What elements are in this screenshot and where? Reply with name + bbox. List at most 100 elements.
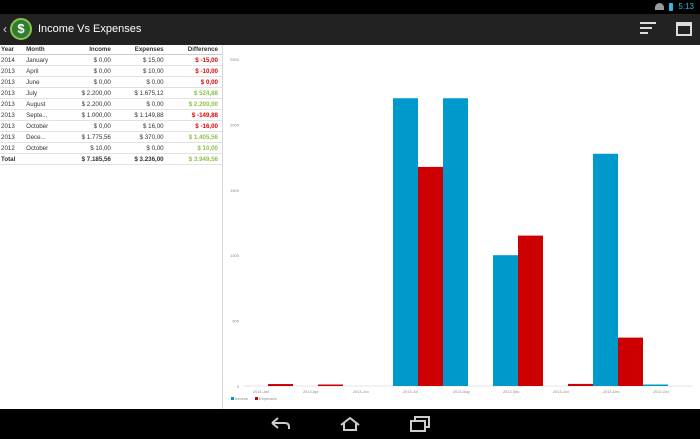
table-row[interactable]: 2013 April $ 0,00 $ 10,00 $ -10,00	[0, 65, 222, 77]
cell-difference: $ -149,88	[167, 109, 222, 121]
cell-expenses: $ 1.149,88	[114, 109, 168, 121]
y-tick-label: 0	[237, 384, 240, 389]
bar-income	[593, 153, 618, 386]
cell-expenses: $ 0,00	[114, 142, 168, 154]
cell-month: October	[25, 142, 63, 154]
cell-year: 2012	[0, 142, 26, 154]
cell-month: August	[25, 98, 63, 110]
column-header-year[interactable]: Year	[0, 45, 26, 55]
table-row[interactable]: 2014 January $ 0,00 $ 15,00 $ -15,00	[0, 54, 222, 66]
cell-year: 2013	[0, 65, 26, 77]
income-expenses-chart: 0 500 1000 1500 2000 2500 2014-Jan 2013-Apr 2013…	[223, 45, 700, 409]
table-row[interactable]: 2013 June $ 0,00 $ 0,00 $ 0,00	[0, 76, 222, 88]
back-chevron-icon[interactable]: ‹	[3, 22, 7, 36]
status-time: 5:13	[678, 2, 694, 11]
x-tick-label: 2014-Jan	[253, 390, 269, 394]
legend-swatch	[231, 397, 234, 400]
total-expenses: $ 3.236,00	[114, 153, 168, 165]
table-row[interactable]: 2012 October $ 10,00 $ 0,00 $ 10,00	[0, 142, 222, 154]
cell-year: 2013	[0, 131, 26, 143]
chart-svg: 0 500 1000 1500 2000 2500 2014-Jan 2013-Apr 2013…	[230, 57, 693, 401]
battery-icon	[669, 2, 674, 11]
cell-month: April	[25, 65, 63, 77]
cell-difference: $ 0,00	[167, 76, 222, 88]
cell-month: October	[25, 120, 63, 132]
cell-month: June	[25, 76, 63, 88]
x-tick-label: 2013-Apr	[303, 390, 319, 394]
y-tick-label: 2500	[230, 57, 240, 62]
cell-expenses: $ 1.675,12	[114, 87, 168, 99]
cell-month: Dece...	[25, 131, 63, 143]
legend-label: Income	[235, 396, 249, 401]
cell-month: Septe...	[25, 109, 63, 121]
cell-expenses: $ 15,00	[114, 54, 168, 66]
table-row[interactable]: 2013 August $ 2.200,00 $ 0,00 $ 2.200,00	[0, 98, 222, 110]
x-tick-label: 2013-Jun	[353, 390, 369, 394]
table-row[interactable]: 2013 Dece... $ 1.775,56 $ 370,00 $ 1.405,56	[0, 131, 222, 143]
y-tick-label: 1500	[230, 188, 240, 193]
x-tick-label: 2013-Dec	[603, 390, 620, 394]
table-row[interactable]: 2013 Septe... $ 1.000,00 $ 1.149,88 $ -149,8…	[0, 109, 222, 121]
cell-expenses: $ 0,00	[114, 76, 168, 88]
cell-difference: $ 10,00	[167, 142, 222, 154]
column-header-month[interactable]: Month	[25, 45, 63, 55]
sort-icon[interactable]	[640, 22, 656, 36]
wifi-icon	[655, 3, 665, 10]
cell-month: July	[25, 87, 63, 99]
cell-difference: $ -16,00	[167, 120, 222, 132]
cell-expenses: $ 370,00	[114, 131, 168, 143]
table-row[interactable]: 2013 July $ 2.200,00 $ 1.675,12 $ 524,88	[0, 87, 222, 99]
cell-year: 2013	[0, 87, 26, 99]
y-tick-label: 2000	[230, 122, 240, 127]
cell-difference: $ -15,00	[167, 54, 222, 66]
summary-table: Year Month Income Expenses Difference 20…	[0, 45, 222, 165]
home-nav-icon[interactable]	[338, 415, 362, 433]
total-income: $ 7.185,56	[62, 153, 115, 165]
cell-income: $ 0,00	[62, 54, 115, 66]
cell-expenses: $ 10,00	[114, 65, 168, 77]
bar-expenses	[568, 383, 593, 386]
cell-expenses: $ 16,00	[114, 120, 168, 132]
cell-difference: $ 2.200,00	[167, 98, 222, 110]
cell-year: 2013	[0, 76, 26, 88]
cell-income: $ 2.200,00	[62, 87, 115, 99]
x-tick-label: 2013-Oct	[553, 390, 570, 394]
legend-swatch	[255, 397, 258, 400]
bar-income	[443, 98, 468, 387]
cell-year: 2013	[0, 120, 26, 132]
total-label: Total	[0, 153, 26, 165]
cell-month: January	[25, 54, 63, 66]
x-tick-label: 2013-Aug	[453, 390, 469, 394]
bar-expenses	[268, 384, 293, 386]
table-row[interactable]: 2013 October $ 0,00 $ 16,00 $ -16,00	[0, 120, 222, 132]
cell-income: $ 0,00	[62, 65, 115, 77]
cell-year: 2014	[0, 54, 26, 66]
bar-expenses	[518, 235, 543, 386]
cell-difference: $ -10,00	[167, 65, 222, 77]
cell-income: $ 1.000,00	[62, 109, 115, 121]
calendar-icon[interactable]	[676, 22, 692, 36]
cell-income: $ 0,00	[62, 120, 115, 132]
total-difference: $ 3.949,56	[167, 153, 222, 165]
column-header-expenses[interactable]: Expenses	[114, 45, 168, 55]
y-tick-label: 1000	[230, 253, 240, 258]
content-area: Year Month Income Expenses Difference 20…	[0, 45, 700, 409]
back-nav-icon[interactable]	[268, 415, 292, 433]
bar-income	[493, 255, 518, 386]
page-title: Income Vs Expenses	[38, 23, 142, 35]
cell-income: $ 2.200,00	[62, 98, 115, 110]
bar-expenses	[418, 166, 443, 386]
column-header-income[interactable]: Income	[62, 45, 115, 55]
app-logo-icon[interactable]: $	[10, 18, 32, 40]
recent-apps-icon[interactable]	[408, 415, 432, 433]
cell-income: $ 1.775,56	[62, 131, 115, 143]
status-bar: 5:13	[0, 0, 700, 14]
y-tick-label: 500	[232, 319, 239, 324]
column-header-difference[interactable]: Difference	[167, 45, 222, 55]
cell-year: 2013	[0, 109, 26, 121]
bar-income	[393, 98, 418, 387]
cell-income: $ 0,00	[62, 76, 115, 88]
total-month	[25, 153, 63, 165]
cell-income: $ 10,00	[62, 142, 115, 154]
cell-year: 2013	[0, 98, 26, 110]
